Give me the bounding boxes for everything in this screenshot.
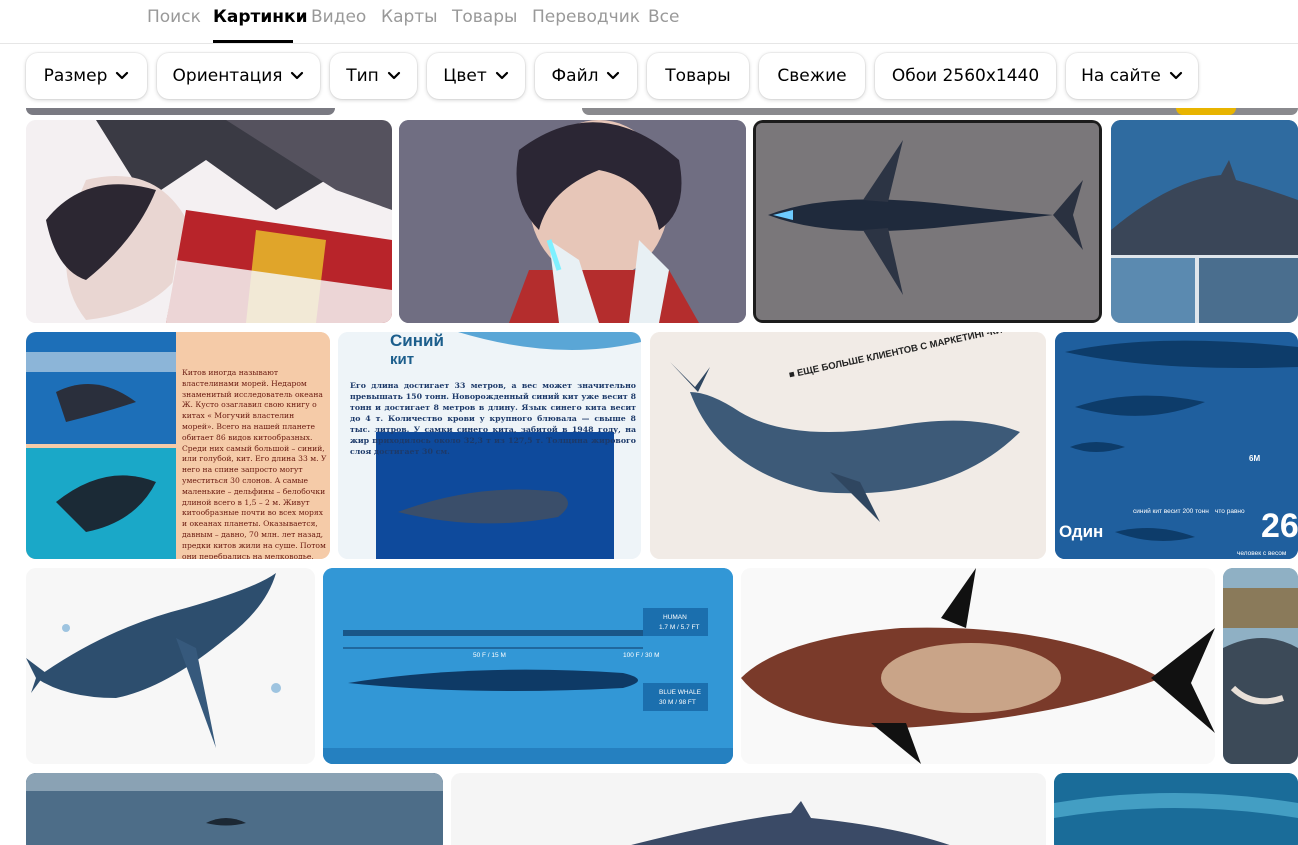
filter-fresh-button[interactable]: Свежие bbox=[759, 53, 865, 99]
filter-label: Тип bbox=[346, 66, 379, 86]
tab-translator[interactable]: Переводчик bbox=[532, 7, 640, 27]
chevron-down-icon bbox=[387, 71, 400, 80]
filter-label: Ориентация bbox=[172, 66, 283, 86]
result-thumbnail-humpback-watercolor[interactable] bbox=[26, 568, 315, 764]
result-thumbnail-whale-text-orange[interactable]: Китов иногда называют властелинами морей… bbox=[26, 332, 330, 559]
filter-color-button[interactable]: Цвет bbox=[427, 53, 525, 99]
result-thumbnail-whale-ocean[interactable] bbox=[1111, 120, 1298, 323]
result-text: HUMAN bbox=[663, 614, 687, 621]
thumbnail-image bbox=[451, 773, 1046, 845]
result-number: 26 bbox=[1261, 507, 1298, 545]
result-text: синий кит весит 200 тонн bbox=[1133, 508, 1209, 515]
result-thumbnail-blue-whale-size[interactable]: HUMAN 1.7 M / 5.7 FT BLUE WHALE 30 M / 9… bbox=[323, 568, 733, 764]
service-navigation: Поиск Картинки Видео Карты Товары Перево… bbox=[0, 0, 1298, 44]
result-thumbnail-dolphins-sea[interactable] bbox=[26, 773, 443, 845]
thumbnail-image bbox=[26, 773, 443, 845]
result-text: 1.7 M / 5.7 FT bbox=[659, 624, 700, 631]
filter-wallpaper-button[interactable]: Обои 2560x1440 bbox=[875, 53, 1056, 99]
tab-products[interactable]: Товары bbox=[452, 7, 517, 27]
result-text: Один bbox=[1059, 522, 1104, 541]
thumbnail-image bbox=[1223, 568, 1298, 764]
chevron-down-icon bbox=[495, 71, 508, 80]
result-text: 50 F / 15 M bbox=[473, 652, 506, 659]
filter-label: На сайте bbox=[1081, 66, 1161, 86]
result-thumbnail-humpback-top[interactable] bbox=[753, 120, 1102, 323]
thumbnail-image bbox=[399, 120, 746, 323]
result-thumbnail-partial[interactable] bbox=[26, 108, 335, 115]
filter-label: Размер bbox=[43, 66, 108, 86]
filter-label: Свежие bbox=[777, 66, 847, 86]
result-thumbnail-dolphin-anatomy[interactable] bbox=[741, 568, 1215, 764]
result-thumbnail-marketing-whale[interactable]: ■ ЕЩЕ БОЛЬШЕ КЛИЕНТОВ С МАРКЕТИНГ-КИТ bbox=[650, 332, 1046, 559]
filter-file-button[interactable]: Файл bbox=[535, 53, 637, 99]
filter-label: Цвет bbox=[443, 66, 487, 86]
result-text: 6M bbox=[1249, 454, 1261, 463]
result-text: Его длина достигает 33 метров, а вес мож… bbox=[350, 381, 636, 456]
thumbnail-image bbox=[26, 568, 315, 764]
chevron-down-icon bbox=[116, 71, 129, 80]
filter-label: Товары bbox=[665, 66, 731, 86]
filter-orientation-button[interactable]: Ориентация bbox=[157, 53, 320, 99]
result-thumbnail-underwater[interactable] bbox=[1054, 773, 1298, 845]
result-text: Китов иногда называют властелинами морей… bbox=[182, 368, 327, 559]
result-text: человек с весом bbox=[1237, 550, 1287, 557]
tab-all[interactable]: Все bbox=[648, 7, 679, 27]
active-tab-underline bbox=[213, 40, 293, 43]
thumbnail-image bbox=[741, 568, 1215, 764]
result-title: Синий bbox=[390, 332, 444, 350]
result-text: что равно bbox=[1215, 508, 1245, 515]
thumbnail-image bbox=[323, 568, 733, 764]
thumbnail-image bbox=[26, 120, 392, 323]
result-thumbnail-beached-whale[interactable] bbox=[1223, 568, 1298, 764]
thumbnail-image bbox=[756, 123, 1099, 320]
result-thumbnail-whale-illustration[interactable] bbox=[451, 773, 1046, 845]
result-text: BLUE WHALE bbox=[659, 689, 701, 696]
thumbnail-image bbox=[1111, 120, 1298, 323]
filter-label: Обои 2560x1440 bbox=[891, 66, 1040, 86]
tab-search[interactable]: Поиск bbox=[147, 7, 201, 27]
result-text: 100 F / 30 M bbox=[623, 652, 660, 659]
chevron-down-icon bbox=[291, 71, 304, 80]
thumbnail-image bbox=[1054, 773, 1298, 845]
tab-maps[interactable]: Карты bbox=[381, 7, 438, 27]
result-text: 30 M / 98 FT bbox=[659, 699, 696, 706]
filter-label: Файл bbox=[551, 66, 599, 86]
result-subtitle: кит bbox=[390, 351, 415, 368]
result-thumbnail-anime-wolf[interactable] bbox=[26, 120, 392, 323]
result-thumbnail-anime-portrait[interactable] bbox=[399, 120, 746, 323]
tab-images[interactable]: Картинки bbox=[213, 7, 308, 27]
filter-type-button[interactable]: Тип bbox=[330, 53, 417, 99]
filter-products-button[interactable]: Товары bbox=[647, 53, 749, 99]
result-thumbnail-blue-whale-info[interactable]: Синий кит Его длина достигает 33 метров,… bbox=[338, 332, 641, 559]
tab-video[interactable]: Видео bbox=[311, 7, 366, 27]
result-thumbnail-whale-scale[interactable]: Один 26 синий кит весит 200 тонн что рав… bbox=[1055, 332, 1298, 559]
filter-size-button[interactable]: Размер bbox=[26, 53, 147, 99]
chevron-down-icon bbox=[607, 71, 620, 80]
chevron-down-icon bbox=[1169, 71, 1182, 80]
filter-on-site-button[interactable]: На сайте bbox=[1066, 53, 1198, 99]
result-thumbnail-partial[interactable] bbox=[1176, 108, 1236, 115]
filter-bar: Размер Ориентация Тип Цвет Файл Товары С… bbox=[0, 44, 1298, 108]
